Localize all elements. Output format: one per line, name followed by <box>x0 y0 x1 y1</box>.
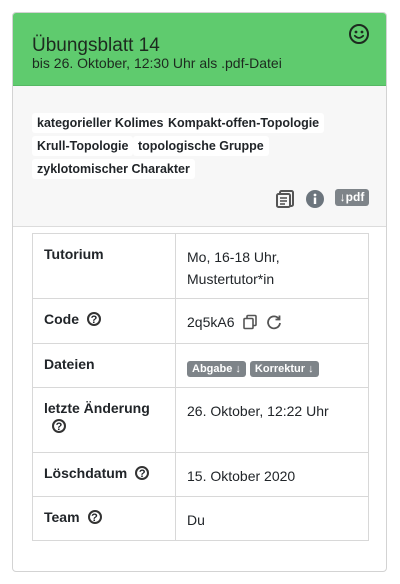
help-icon[interactable]: ? <box>52 419 66 434</box>
label: Dateien <box>32 343 176 388</box>
label: Löschdatum? <box>32 452 176 497</box>
abgabe-download-button[interactable]: Abgabe ↓ <box>187 361 246 377</box>
korrektur-download-button[interactable]: Korrektur ↓ <box>249 361 319 377</box>
tag[interactable]: topologische Gruppe <box>133 136 269 156</box>
tag[interactable]: zyklotomischer Charakter <box>32 159 195 179</box>
label: letzte Änderung? <box>32 387 176 453</box>
help-icon[interactable]: ? <box>87 510 102 525</box>
help-icon[interactable]: ? <box>87 312 101 327</box>
download-pdf-button[interactable]: ↓pdf <box>335 189 369 206</box>
info-icon[interactable] <box>305 189 325 209</box>
letzte-value: 26. Oktober, 12:22 Uhr <box>175 387 369 453</box>
details-table: Tutorium Mo, 16-18 Uhr, Mustertutor*in C… <box>32 233 369 541</box>
table-row: Tutorium Mo, 16-18 Uhr, Mustertutor*in <box>32 233 369 299</box>
card-header: Übungsblatt 14 bis 26. Oktober, 12:30 Uh… <box>13 13 386 86</box>
copy-icon[interactable] <box>242 314 258 330</box>
label: Team? <box>32 496 176 541</box>
code-value: 2q5kA6 <box>187 314 235 330</box>
table-row: Team? Du <box>32 496 369 541</box>
smiley-icon <box>349 24 369 44</box>
list-icon[interactable] <box>275 189 295 209</box>
tutorium-value: Mo, 16-18 Uhr, Mustertutor*in <box>175 233 369 299</box>
tag[interactable]: kategorieller Kolimes <box>32 113 169 133</box>
loesch-label: Löschdatum <box>44 465 128 481</box>
assignment-card: Übungsblatt 14 bis 26. Oktober, 12:30 Uh… <box>12 12 387 572</box>
letzte-label: letzte Änderung <box>44 400 150 416</box>
team-label: Team <box>44 509 80 525</box>
label: Code? <box>32 298 176 344</box>
table-row: Code? 2q5kA6 <box>32 298 369 344</box>
tag[interactable]: Krull-Topologie <box>32 136 134 156</box>
tag[interactable]: Kompakt-offen-Topologie <box>163 113 325 133</box>
loesch-value: 15. Oktober 2020 <box>175 452 369 497</box>
refresh-icon[interactable] <box>266 314 282 330</box>
tags-area: kategorieller Kolimes Kompakt-offen-Topo… <box>13 86 386 227</box>
help-icon[interactable]: ? <box>135 466 150 481</box>
assignment-title: Übungsblatt 14 <box>32 35 160 56</box>
table-row: Löschdatum? 15. Oktober 2020 <box>32 452 369 497</box>
team-value: Du <box>175 496 369 541</box>
table-row: letzte Änderung? 26. Oktober, 12:22 Uhr <box>32 387 369 453</box>
label: Tutorium <box>32 233 176 299</box>
due-date: bis 26. Oktober, 12:30 Uhr als .pdf-Date… <box>32 55 282 71</box>
code-label: Code <box>44 311 79 327</box>
table-row: Dateien Abgabe ↓ Korrektur ↓ <box>32 343 369 388</box>
